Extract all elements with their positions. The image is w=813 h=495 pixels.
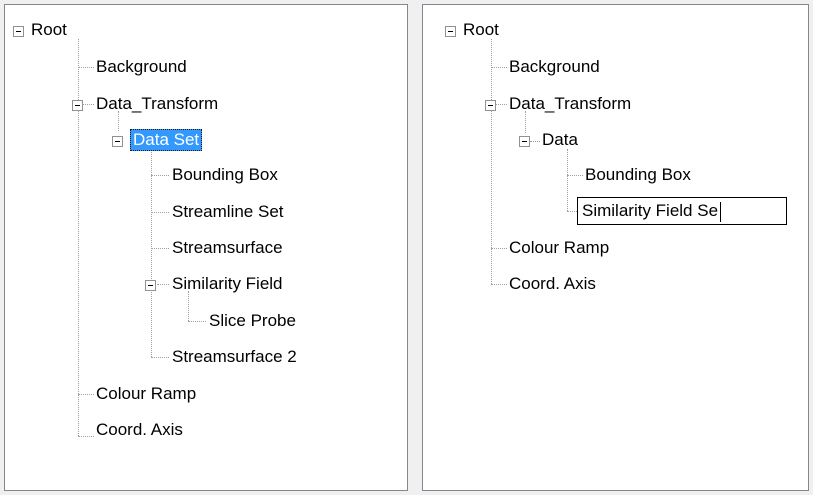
tree-node-streamline-set[interactable]: Streamline Set [170, 201, 286, 223]
tree-node-slice-probe[interactable]: Slice Probe [207, 310, 298, 332]
tree-node-similarity-field[interactable]: Similarity Field [170, 273, 285, 295]
collapse-toggle-icon[interactable] [445, 26, 456, 37]
tree-node-root[interactable]: Root [29, 19, 69, 41]
tree-connector [567, 149, 568, 211]
tree-node-colour-ramp[interactable]: Colour Ramp [507, 237, 611, 259]
tree-connector [78, 67, 94, 68]
tree-connector [491, 248, 507, 249]
tree-node-background[interactable]: Background [94, 56, 189, 78]
collapse-toggle-icon[interactable] [519, 136, 530, 147]
tree-node-coord-axis[interactable]: Coord. Axis [507, 273, 598, 295]
tree-connector [157, 284, 169, 285]
tree-connector [151, 357, 169, 358]
tree-connector [567, 211, 577, 212]
tree-connector [151, 248, 169, 249]
collapse-toggle-icon[interactable] [112, 136, 123, 147]
text-cursor-icon [720, 201, 722, 222]
tree-connector [188, 291, 189, 321]
collapse-toggle-icon[interactable] [485, 100, 496, 111]
tree-connector [83, 104, 94, 105]
tree-connector [188, 321, 206, 322]
tree-connector [567, 175, 583, 176]
tree-node-data[interactable]: Data [540, 129, 580, 151]
tree-node-coord-axis[interactable]: Coord. Axis [94, 419, 185, 441]
tree-connector [530, 141, 540, 142]
tree-node-streamsurface-2[interactable]: Streamsurface 2 [170, 346, 299, 368]
tree-node-bounding-box[interactable]: Bounding Box [583, 164, 693, 186]
tree-node-data-transform[interactable]: Data_Transform [507, 93, 633, 115]
tree-node-data-transform[interactable]: Data_Transform [94, 93, 220, 115]
tree-connector [151, 175, 169, 176]
tree-connector [151, 212, 169, 213]
tree-node-data-set[interactable]: Data Set [130, 129, 203, 151]
tree-node-streamsurface[interactable]: Streamsurface [170, 237, 285, 259]
left-tree-view[interactable]: Root Background Data_Transform Data Set … [4, 4, 408, 491]
tree-connector [491, 67, 507, 68]
tree-node-bounding-box[interactable]: Bounding Box [170, 164, 280, 186]
tree-node-background[interactable]: Background [507, 56, 602, 78]
tree-connector [78, 39, 79, 436]
tree-node-colour-ramp[interactable]: Colour Ramp [94, 383, 198, 405]
tree-connector [78, 436, 94, 437]
right-tree-view[interactable]: Root Background Data_Transform Data Boun… [422, 4, 809, 491]
rename-edit-text: Similarity Field Se [582, 201, 719, 220]
collapse-toggle-icon[interactable] [145, 280, 156, 291]
tree-connector [496, 104, 507, 105]
collapse-toggle-icon[interactable] [13, 26, 24, 37]
rename-edit-box[interactable]: Similarity Field Se [577, 197, 787, 225]
collapse-toggle-icon[interactable] [72, 100, 83, 111]
tree-connector [78, 394, 94, 395]
tree-connector [491, 284, 507, 285]
tree-connector [151, 149, 152, 357]
tree-node-root[interactable]: Root [461, 19, 501, 41]
